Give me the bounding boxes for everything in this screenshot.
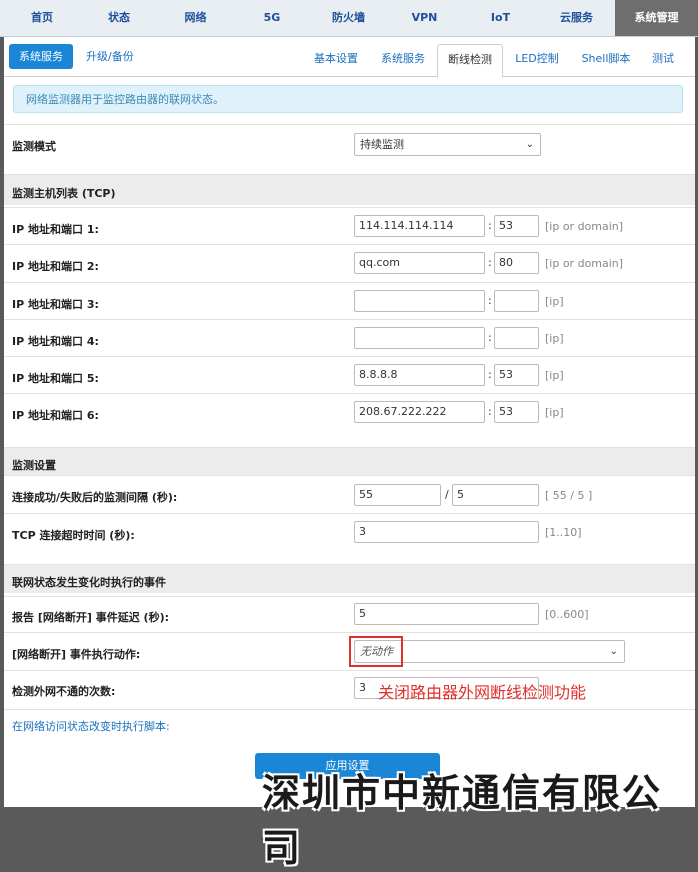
host-port-input[interactable]: 80 <box>494 252 539 274</box>
tab-disconnect-detect[interactable]: 断线检测 <box>437 44 503 78</box>
host-port-input[interactable]: 53 <box>494 364 539 386</box>
nav-cloud[interactable]: 云服务 <box>538 0 615 36</box>
top-nav: 首页 状态 网络 5G 防火墙 VPN IoT 云服务 系统管理 <box>0 0 698 37</box>
port-separator: : <box>488 256 492 269</box>
section-monitor-settings: 监测设置 <box>4 447 695 476</box>
row-tcp-timeout: TCP 连接超时时间 (秒): 3 [1..10] <box>4 513 695 552</box>
row-interval: 连接成功/失败后的监测间隔 (秒): 55 / 5 [ 55 / 5 ] <box>4 475 695 514</box>
highlight-box <box>349 636 403 667</box>
monitor-mode-value: 持续监测 <box>360 138 404 151</box>
tab-system-services[interactable]: 系统服务 <box>370 44 436 76</box>
interval-fail-input[interactable]: 5 <box>452 484 539 506</box>
row-event-action: [网络断开] 事件执行动作: 无动作 ⌄ <box>4 632 695 671</box>
row-fail-count: 检测外网不通的次数: 3 关闭路由器外网断线检测功能 <box>4 670 695 707</box>
host-port-input[interactable] <box>494 290 539 312</box>
host-label: IP 地址和端口 1: <box>12 223 99 236</box>
script-link[interactable]: 在网络访问状态改变时执行脚本: <box>12 718 170 734</box>
port-separator: : <box>488 331 492 344</box>
section-hosts: 监测主机列表 (TCP) <box>4 174 695 205</box>
host-ip-input[interactable] <box>354 290 485 312</box>
host-ip-input[interactable] <box>354 327 485 349</box>
content-panel: 系统服务 升级/备份 基本设置 系统服务 断线检测 LED控制 Shell脚本 … <box>4 37 695 807</box>
host-hint: [ip] <box>545 295 564 308</box>
host-port-input[interactable] <box>494 327 539 349</box>
nav-system-admin[interactable]: 系统管理 <box>615 0 698 36</box>
host-port-input[interactable]: 53 <box>494 215 539 237</box>
tab-upgrade-backup[interactable]: 升级/备份 <box>76 44 144 69</box>
event-delay-label: 报告 [网络断开] 事件延迟 (秒): <box>12 611 169 624</box>
host-hint: [ip] <box>545 369 564 382</box>
nav-vpn[interactable]: VPN <box>386 0 463 36</box>
host-hint: [ip] <box>545 332 564 345</box>
tab-test[interactable]: 测试 <box>641 44 685 76</box>
chevron-down-icon: ⌄ <box>525 139 534 150</box>
event-delay-hint: [0..600] <box>545 608 589 621</box>
host-row: IP 地址和端口 5: 8.8.8.8:53 [ip] <box>4 356 695 394</box>
port-separator: : <box>488 294 492 307</box>
interval-hint: [ 55 / 5 ] <box>545 489 593 502</box>
annotation-text: 关闭路由器外网断线检测功能 <box>378 683 587 702</box>
host-row: IP 地址和端口 2: qq.com:80 [ip or domain] <box>4 244 695 282</box>
host-label: IP 地址和端口 3: <box>12 298 99 311</box>
host-hint: [ip or domain] <box>545 220 624 233</box>
watermark-text: 深圳市中新通信有限公司 <box>262 771 663 870</box>
host-row: IP 地址和端口 3:: [ip] <box>4 282 695 320</box>
row-script: 在网络访问状态改变时执行脚本: <box>4 709 695 744</box>
chevron-down-icon: ⌄ <box>609 646 618 657</box>
section-events: 联网状态发生变化时执行的事件 <box>4 564 695 593</box>
tab-system-services-primary[interactable]: 系统服务 <box>9 44 73 69</box>
host-hint: [ip] <box>545 406 564 419</box>
tcp-timeout-input[interactable]: 3 <box>354 521 539 543</box>
tab-shell-script[interactable]: Shell脚本 <box>572 44 640 76</box>
port-separator: : <box>488 368 492 381</box>
interval-label: 连接成功/失败后的监测间隔 (秒): <box>12 491 178 504</box>
interval-separator: / <box>445 488 449 501</box>
nav-iot[interactable]: IoT <box>463 0 538 36</box>
interval-success-input[interactable]: 55 <box>354 484 441 506</box>
section-hosts-title: 监测主机列表 (TCP) <box>12 187 116 200</box>
tcp-timeout-label: TCP 连接超时时间 (秒): <box>12 529 135 542</box>
monitor-mode-select[interactable]: 持续监测 ⌄ <box>354 133 541 156</box>
host-label: IP 地址和端口 5: <box>12 372 99 385</box>
event-delay-input[interactable]: 5 <box>354 603 539 625</box>
host-row: IP 地址和端口 1: 114.114.114.114:53 [ip or doma… <box>4 207 695 245</box>
host-row: IP 地址和端口 6: 208.67.222.222:53 [ip] <box>4 393 695 431</box>
host-label: IP 地址和端口 6: <box>12 409 99 422</box>
host-label: IP 地址和端口 4: <box>12 335 99 348</box>
tab-basic-settings[interactable]: 基本设置 <box>304 44 368 76</box>
tab-led-control[interactable]: LED控制 <box>505 44 569 76</box>
host-row: IP 地址和端口 4:: [ip] <box>4 319 695 357</box>
nav-network[interactable]: 网络 <box>158 0 233 36</box>
host-ip-input[interactable]: 208.67.222.222 <box>354 401 485 423</box>
nav-status[interactable]: 状态 <box>80 0 158 36</box>
port-separator: : <box>488 219 492 232</box>
fail-count-label: 检测外网不通的次数: <box>12 685 116 698</box>
host-hint: [ip or domain] <box>545 257 624 270</box>
row-monitor-mode: 监测模式 持续监测 ⌄ <box>4 124 695 164</box>
info-banner: 网络监测器用于监控路由器的联网状态。 <box>13 85 683 113</box>
host-ip-input[interactable]: 114.114.114.114 <box>354 215 485 237</box>
nav-5g[interactable]: 5G <box>233 0 311 36</box>
host-port-input[interactable]: 53 <box>494 401 539 423</box>
host-ip-input[interactable]: 8.8.8.8 <box>354 364 485 386</box>
section-monitor-title: 监测设置 <box>12 459 56 472</box>
port-separator: : <box>488 405 492 418</box>
event-action-label: [网络断开] 事件执行动作: <box>12 648 141 661</box>
nav-home[interactable]: 首页 <box>4 0 80 36</box>
nav-firewall[interactable]: 防火墙 <box>311 0 386 36</box>
tcp-timeout-hint: [1..10] <box>545 526 582 539</box>
sub-tab-bar: 系统服务 升级/备份 基本设置 系统服务 断线检测 LED控制 Shell脚本 … <box>4 37 695 78</box>
host-ip-input[interactable]: qq.com <box>354 252 485 274</box>
section-events-title: 联网状态发生变化时执行的事件 <box>12 576 166 589</box>
row-event-delay: 报告 [网络断开] 事件延迟 (秒): 5 [0..600] <box>4 596 695 633</box>
host-label: IP 地址和端口 2: <box>12 260 99 273</box>
monitor-mode-label: 监测模式 <box>12 140 56 153</box>
